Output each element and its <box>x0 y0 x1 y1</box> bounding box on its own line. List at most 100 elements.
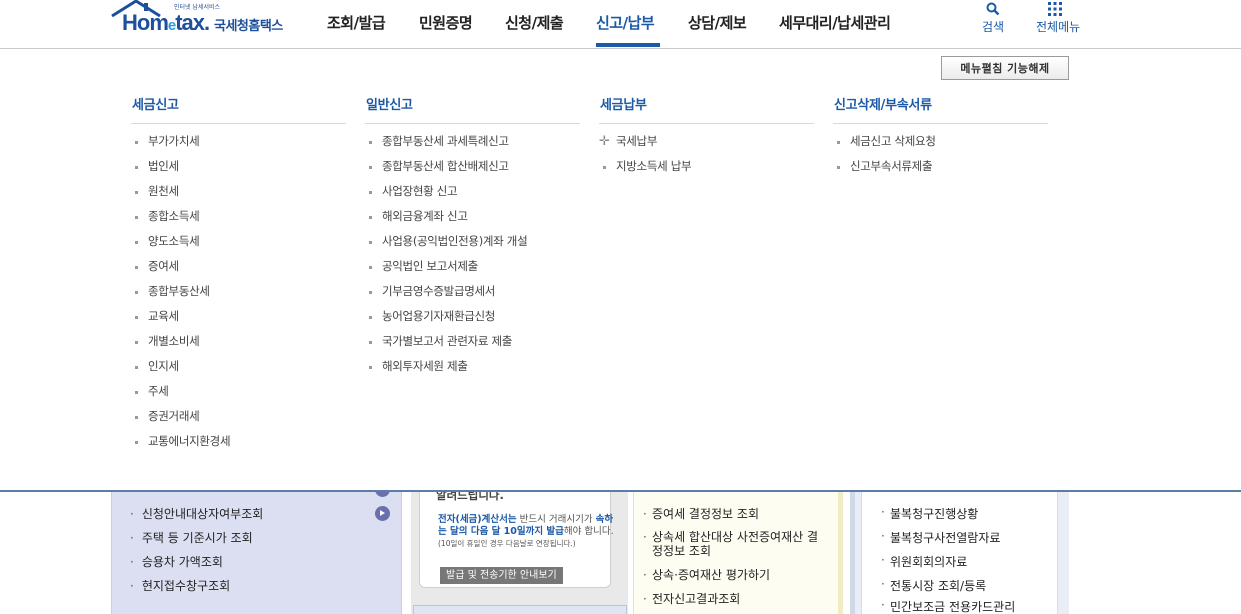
bullet-icon <box>369 366 372 369</box>
menu-column-tax-payment: 세금납부 ✛ 국세납부 지방소득세 납부 <box>599 88 814 179</box>
bullet-icon <box>369 291 372 294</box>
notice-card: 알려드립니다. 전자(세금)계산서는 반드시 거래시기가 속하는 달의 다음 달… <box>419 491 614 588</box>
nav-tax-agent[interactable]: 세무대리/납세관리 <box>779 12 891 33</box>
menu-item[interactable]: 인지세 <box>131 354 346 379</box>
logo-brand: Hometax. <box>122 10 210 35</box>
bullet-icon <box>135 241 138 244</box>
bullet-icon <box>369 316 372 319</box>
menu-item[interactable]: 공익법인 보고서제출 <box>365 254 580 279</box>
notice-panel: 알려드립니다. 전자(세금)계산서는 반드시 거래시기가 속하는 달의 다음 달… <box>411 491 628 614</box>
menu-item[interactable]: 양도소득세 <box>131 229 346 254</box>
link-item[interactable]: 상속세 합산대상 사전증여재산 결정정보 조회 <box>643 530 822 558</box>
search-icon <box>986 2 1000 16</box>
menu-item[interactable]: 교통에너지환경세 <box>131 429 346 454</box>
bullet-icon <box>135 441 138 444</box>
menu-item[interactable]: 종합부동산세 과세특례신고 <box>365 129 580 154</box>
link-item[interactable]: 주택 등 기준시가 조회 <box>130 529 253 546</box>
menu-item[interactable]: 종합부동산세 합산배제신고 <box>365 154 580 179</box>
menu-item[interactable]: 신고부속서류제출 <box>833 154 1048 179</box>
bullet-icon <box>135 366 138 369</box>
active-nav-indicator <box>596 43 660 47</box>
bullet-icon <box>369 141 372 144</box>
all-menu-label: 전체메뉴 <box>1036 20 1081 34</box>
bullet-icon <box>135 141 138 144</box>
nav-consult-report[interactable]: 상담/제보 <box>688 12 747 33</box>
bullet-icon <box>135 266 138 269</box>
plus-icon[interactable]: ✛ <box>599 129 610 154</box>
link-item[interactable]: 불복청구사전열람자료 <box>881 529 1000 546</box>
menu-item-expandable[interactable]: ✛ 국세납부 <box>599 129 814 154</box>
notice-card-lower <box>413 605 627 614</box>
grid-menu-icon <box>1048 2 1062 16</box>
notice-text: 전자(세금)계산서는 반드시 거래시기가 속하는 달의 다음 달 10일까지 발… <box>438 514 614 548</box>
bullet-icon <box>135 216 138 219</box>
menu-item[interactable]: 부가가치세 <box>131 129 346 154</box>
search-button[interactable]: 검색 <box>976 0 1010 48</box>
menu-item[interactable]: 개별소비세 <box>131 329 346 354</box>
menu-item[interactable]: 세금신고 삭제요청 <box>833 129 1048 154</box>
bullet-icon <box>135 391 138 394</box>
menu-column-general-report: 일반신고 종합부동산세 과세특례신고 종합부동산세 합산배제신고 사업장현황 신… <box>365 88 580 379</box>
menu-item[interactable]: 지방소득세 납부 <box>599 154 814 179</box>
background-page-content: 신청안내대상자여부조회 주택 등 기준시가 조회 승용차 가액조회 현지접수창구… <box>0 491 1241 614</box>
menu-item[interactable]: 증권거래세 <box>131 404 346 429</box>
menu-item[interactable]: 종합소득세 <box>131 204 346 229</box>
bullet-icon <box>135 166 138 169</box>
inquiry-panel: 신청안내대상자여부조회 주택 등 기준시가 조회 승용차 가액조회 현지접수창구… <box>111 491 402 614</box>
bullet-icon <box>369 241 372 244</box>
appeal-panel: 불복청구진행상황 불복청구사전열람자료 위원회회의자료 전통시장 조회/등록 민… <box>850 491 1069 614</box>
link-item[interactable]: 승용차 가액조회 <box>130 553 223 570</box>
menu-column-report-delete-attachments: 신고삭제/부속서류 세금신고 삭제요청 신고부속서류제출 <box>833 88 1048 179</box>
search-label: 검색 <box>981 20 1005 34</box>
menu-item[interactable]: 사업용(공익법인전용)계좌 개설 <box>365 229 580 254</box>
menu-column-title: 일반신고 <box>365 88 580 124</box>
nav-apply-submit[interactable]: 신청/제출 <box>505 12 564 33</box>
menu-column-title: 신고삭제/부속서류 <box>833 88 1048 124</box>
global-header: 인터넷 납세서비스 Hometax. 국세청홈택스 조회/발급 민원증명 신청/… <box>0 0 1241 49</box>
link-item[interactable]: 상속·증여재산 평가하기 <box>643 568 770 582</box>
menu-item[interactable]: 종합부동산세 <box>131 279 346 304</box>
menu-item[interactable]: 교육세 <box>131 304 346 329</box>
arrow-circle-icon[interactable] <box>375 506 390 521</box>
bullet-icon <box>135 316 138 319</box>
link-item[interactable]: 민간보조금 전용카드관리 <box>881 598 1015 614</box>
menu-item[interactable]: 법인세 <box>131 154 346 179</box>
menu-item[interactable]: 증여세 <box>131 254 346 279</box>
link-item[interactable]: 현지접수창구조회 <box>130 577 230 594</box>
logo-brand-korean: 국세청홈택스 <box>214 19 283 34</box>
bullet-icon <box>369 191 372 194</box>
menu-item[interactable]: 농어업용기자재환급신청 <box>365 304 580 329</box>
menu-item[interactable]: 사업장현황 신고 <box>365 179 580 204</box>
all-menu-button[interactable]: 전체메뉴 <box>1036 0 1081 48</box>
link-item[interactable]: 불복청구진행상황 <box>881 505 978 522</box>
bullet-icon <box>135 291 138 294</box>
bullet-icon <box>837 166 840 169</box>
bullet-icon <box>135 191 138 194</box>
link-item[interactable]: 전자신고결과조회 <box>643 592 740 606</box>
menu-item[interactable]: 국가별보고서 관련자료 제출 <box>365 329 580 354</box>
link-item[interactable]: 증여세 결정정보 조회 <box>643 507 759 521</box>
link-item[interactable]: 전통시장 조회/등록 <box>881 577 986 594</box>
nav-inquiry-issue[interactable]: 조회/발급 <box>327 12 386 33</box>
nav-report-pay[interactable]: 신고/납부 <box>596 12 655 33</box>
nav-civil-certificate[interactable]: 민원증명 <box>419 12 473 33</box>
link-item[interactable]: 위원회회의자료 <box>881 553 967 570</box>
menu-item[interactable]: 해외금융계좌 신고 <box>365 204 580 229</box>
link-item[interactable]: 신청안내대상자여부조회 <box>130 505 263 522</box>
inheritance-gift-panel: 증여세 결정정보 조회 상속세 합산대상 사전증여재산 결정정보 조회 상속·증… <box>633 491 843 614</box>
bullet-icon <box>603 166 606 169</box>
bullet-icon <box>135 416 138 419</box>
notice-heading: 알려드립니다. <box>436 491 504 502</box>
appeal-list: 불복청구진행상황 불복청구사전열람자료 위원회회의자료 전통시장 조회/등록 민… <box>861 491 1058 614</box>
menu-item[interactable]: 주세 <box>131 379 346 404</box>
menu-expand-release-button[interactable]: 메뉴펼침 기능해제 <box>941 56 1069 80</box>
menu-item[interactable]: 원천세 <box>131 179 346 204</box>
mega-menu-dropdown: 메뉴펼침 기능해제 세금신고 부가가치세 법인세 원천세 종합소득세 양도소득세… <box>0 48 1241 492</box>
bullet-icon <box>135 341 138 344</box>
menu-item[interactable]: 해외투자세원 제출 <box>365 354 580 379</box>
deadline-guide-button[interactable]: 발급 및 전송기한 안내보기 <box>440 567 563 584</box>
menu-item[interactable]: 기부금영수증발급명세서 <box>365 279 580 304</box>
bullet-icon <box>369 166 372 169</box>
hometax-logo[interactable]: 인터넷 납세서비스 Hometax. 국세청홈택스 <box>110 0 300 44</box>
notice-note: (10일이 휴일인 경우 다음날로 연장됩니다.) <box>438 539 576 548</box>
